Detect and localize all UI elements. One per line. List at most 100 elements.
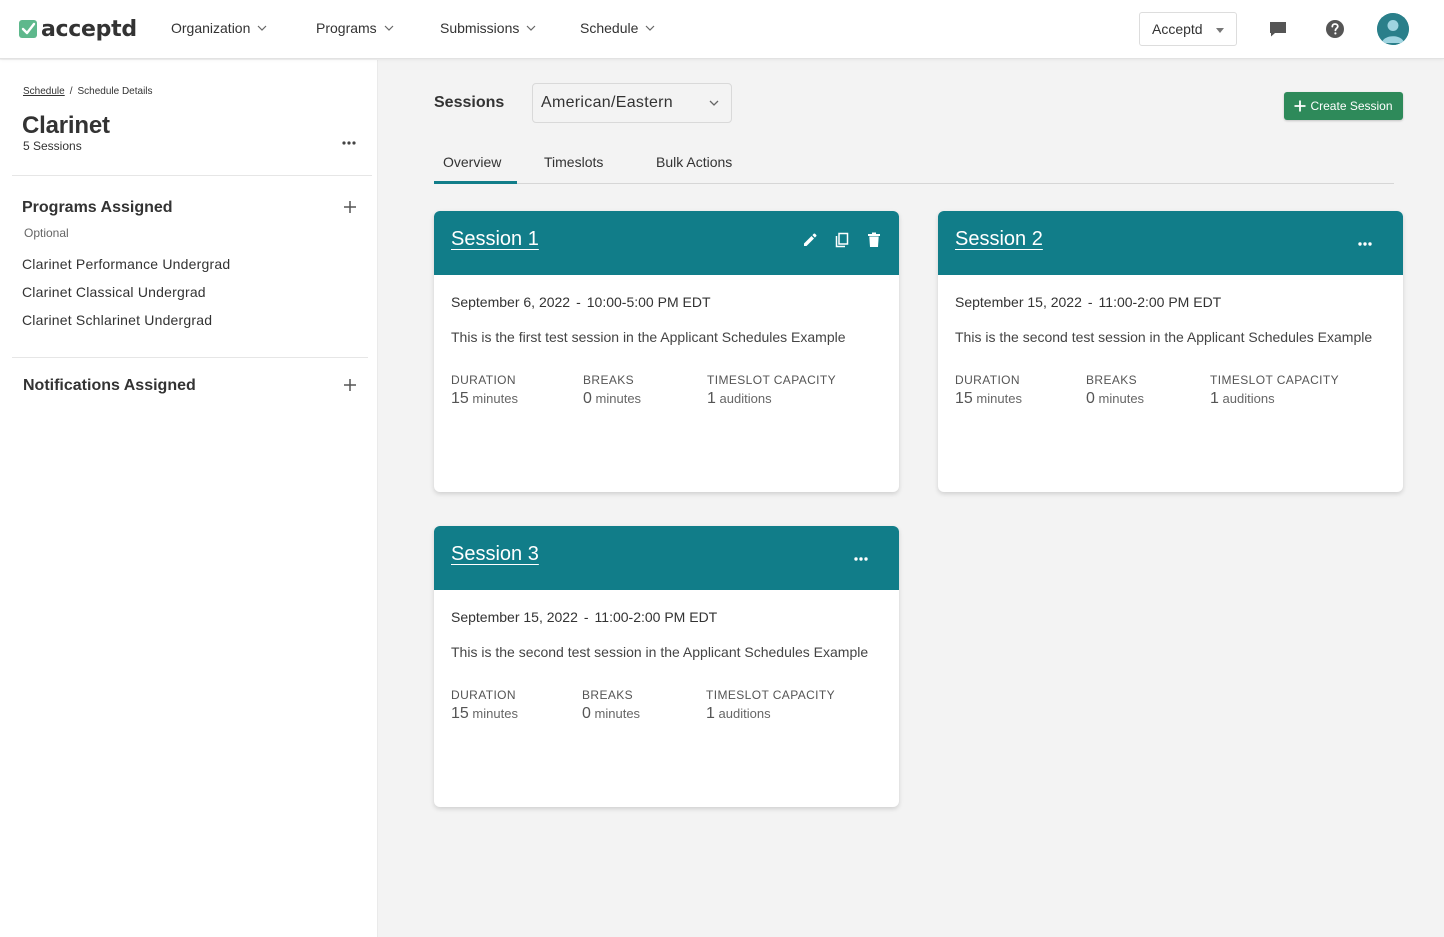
duration-label: DURATION bbox=[451, 373, 516, 387]
nav-schedule[interactable]: Schedule bbox=[580, 20, 655, 36]
chevron-down-icon bbox=[384, 25, 394, 31]
session-time: 10:00-5:00 PM EDT bbox=[586, 294, 711, 310]
tab-bulk-actions[interactable]: Bulk Actions bbox=[656, 154, 732, 170]
capacity-stat: TIMESLOT CAPACITY 1 auditions bbox=[706, 688, 835, 723]
capacity-unit: auditions bbox=[718, 706, 771, 721]
breaks-value: 0 bbox=[583, 390, 592, 407]
more-options-icon[interactable] bbox=[853, 556, 869, 562]
more-options-icon[interactable] bbox=[1357, 241, 1373, 247]
top-navbar: acceptd Organization Programs Submission… bbox=[0, 0, 1444, 59]
program-item[interactable]: Clarinet Schlarinet Undergrad bbox=[22, 312, 212, 328]
capacity-stat: TIMESLOT CAPACITY 1 auditions bbox=[707, 373, 836, 408]
delete-icon[interactable] bbox=[865, 231, 883, 249]
program-item[interactable]: Clarinet Performance Undergrad bbox=[22, 256, 230, 272]
duration-unit: minutes bbox=[976, 391, 1022, 406]
session-card-header: Session 2 bbox=[938, 211, 1403, 275]
organization-select-value: Acceptd bbox=[1152, 21, 1203, 37]
logo-text: acceptd bbox=[41, 16, 137, 42]
session-title-link[interactable]: Session 3 bbox=[451, 543, 539, 566]
session-card: Session 2 September 15, 2022-11:00-2:00 … bbox=[938, 211, 1403, 492]
add-program-plus-icon[interactable] bbox=[343, 200, 357, 214]
chat-icon[interactable] bbox=[1268, 19, 1288, 39]
breaks-value: 0 bbox=[1086, 390, 1095, 407]
nav-organization-label: Organization bbox=[171, 20, 251, 36]
capacity-stat: TIMESLOT CAPACITY 1 auditions bbox=[1210, 373, 1339, 408]
session-card-header: Session 3 bbox=[434, 526, 899, 590]
capacity-value: 1 bbox=[707, 390, 716, 407]
breadcrumb-current: Schedule Details bbox=[77, 86, 153, 97]
programs-assigned-title: Programs Assigned bbox=[22, 199, 173, 216]
duration-stat: DURATION 15 minutes bbox=[451, 373, 518, 408]
capacity-label: TIMESLOT CAPACITY bbox=[707, 373, 837, 387]
notifications-assigned-title: Notifications Assigned bbox=[23, 377, 196, 394]
session-description: This is the second test session in the A… bbox=[451, 644, 869, 660]
program-item[interactable]: Clarinet Classical Undergrad bbox=[22, 284, 206, 300]
more-options-icon[interactable] bbox=[341, 140, 357, 146]
acceptd-logo[interactable]: acceptd bbox=[19, 14, 137, 44]
create-session-label: Create Session bbox=[1310, 99, 1393, 113]
duration-stat: DURATION 15 minutes bbox=[955, 373, 1022, 408]
edit-icon[interactable] bbox=[801, 231, 819, 249]
create-session-button[interactable]: Create Session bbox=[1284, 92, 1403, 120]
session-date-time: September 15, 2022-11:00-2:00 PM EDT bbox=[955, 294, 1221, 310]
duration-value: 15 bbox=[451, 705, 469, 722]
tab-overview[interactable]: Overview bbox=[443, 154, 501, 170]
timezone-select[interactable]: American/Eastern bbox=[532, 83, 732, 123]
chevron-down-icon bbox=[526, 25, 536, 31]
session-title-link[interactable]: Session 2 bbox=[955, 228, 1043, 251]
duration-stat: DURATION 15 minutes bbox=[451, 688, 518, 723]
chevron-down-icon bbox=[257, 25, 267, 31]
nav-programs[interactable]: Programs bbox=[316, 20, 394, 36]
organization-select[interactable]: Acceptd bbox=[1139, 12, 1237, 46]
duration-label: DURATION bbox=[451, 688, 516, 702]
session-card: Session 1 September 6, 2022-10:00-5:00 P… bbox=[434, 211, 899, 492]
capacity-label: TIMESLOT CAPACITY bbox=[706, 688, 836, 702]
date-separator: - bbox=[583, 609, 589, 625]
tab-timeslots[interactable]: Timeslots bbox=[544, 154, 603, 170]
session-date: September 6, 2022 bbox=[451, 294, 571, 310]
breaks-unit: minutes bbox=[1098, 391, 1145, 406]
session-title-link[interactable]: Session 1 bbox=[451, 228, 539, 251]
plus-icon bbox=[1294, 100, 1306, 112]
session-description: This is the second test session in the A… bbox=[955, 329, 1373, 345]
nav-programs-label: Programs bbox=[316, 20, 377, 36]
duration-label: DURATION bbox=[955, 373, 1020, 387]
breaks-label: BREAKS bbox=[582, 688, 634, 702]
tabs-divider bbox=[434, 183, 1394, 184]
duration-value: 15 bbox=[955, 390, 973, 407]
duration-unit: minutes bbox=[472, 706, 518, 721]
caret-down-icon bbox=[1216, 28, 1224, 33]
sessions-label: Sessions bbox=[434, 94, 505, 111]
add-notification-plus-icon[interactable] bbox=[343, 378, 357, 392]
session-description: This is the first test session in the Ap… bbox=[451, 329, 846, 345]
help-icon[interactable] bbox=[1325, 19, 1345, 39]
session-time: 11:00-2:00 PM EDT bbox=[594, 609, 718, 625]
chevron-down-icon bbox=[645, 25, 655, 31]
breaks-label: BREAKS bbox=[1086, 373, 1138, 387]
capacity-value: 1 bbox=[706, 705, 715, 722]
copy-icon[interactable] bbox=[833, 231, 851, 249]
breadcrumb-separator: / bbox=[69, 86, 73, 97]
breaks-value: 0 bbox=[582, 705, 591, 722]
breaks-unit: minutes bbox=[595, 391, 642, 406]
duration-value: 15 bbox=[451, 390, 469, 407]
breaks-stat: BREAKS 0 minutes bbox=[1086, 373, 1144, 408]
breadcrumb-schedule-link[interactable]: Schedule bbox=[23, 86, 65, 97]
breaks-label: BREAKS bbox=[583, 373, 635, 387]
session-card: Session 3 September 15, 2022-11:00-2:00 … bbox=[434, 526, 899, 807]
nav-organization[interactable]: Organization bbox=[171, 20, 267, 36]
date-separator: - bbox=[1087, 294, 1093, 310]
logo-check-icon bbox=[19, 20, 37, 38]
sidebar: Schedule / Schedule Details Clarinet 5 S… bbox=[0, 60, 378, 937]
session-date-time: September 6, 2022-10:00-5:00 PM EDT bbox=[451, 294, 711, 310]
session-time: 11:00-2:00 PM EDT bbox=[1098, 294, 1222, 310]
breaks-stat: BREAKS 0 minutes bbox=[582, 688, 640, 723]
capacity-unit: auditions bbox=[1222, 391, 1275, 406]
nav-submissions[interactable]: Submissions bbox=[440, 20, 536, 36]
user-avatar-icon[interactable] bbox=[1377, 13, 1409, 45]
capacity-unit: auditions bbox=[719, 391, 772, 406]
breadcrumb: Schedule / Schedule Details bbox=[23, 86, 153, 97]
session-date-time: September 15, 2022-11:00-2:00 PM EDT bbox=[451, 609, 717, 625]
date-separator: - bbox=[576, 294, 581, 310]
chevron-down-icon bbox=[709, 100, 719, 106]
